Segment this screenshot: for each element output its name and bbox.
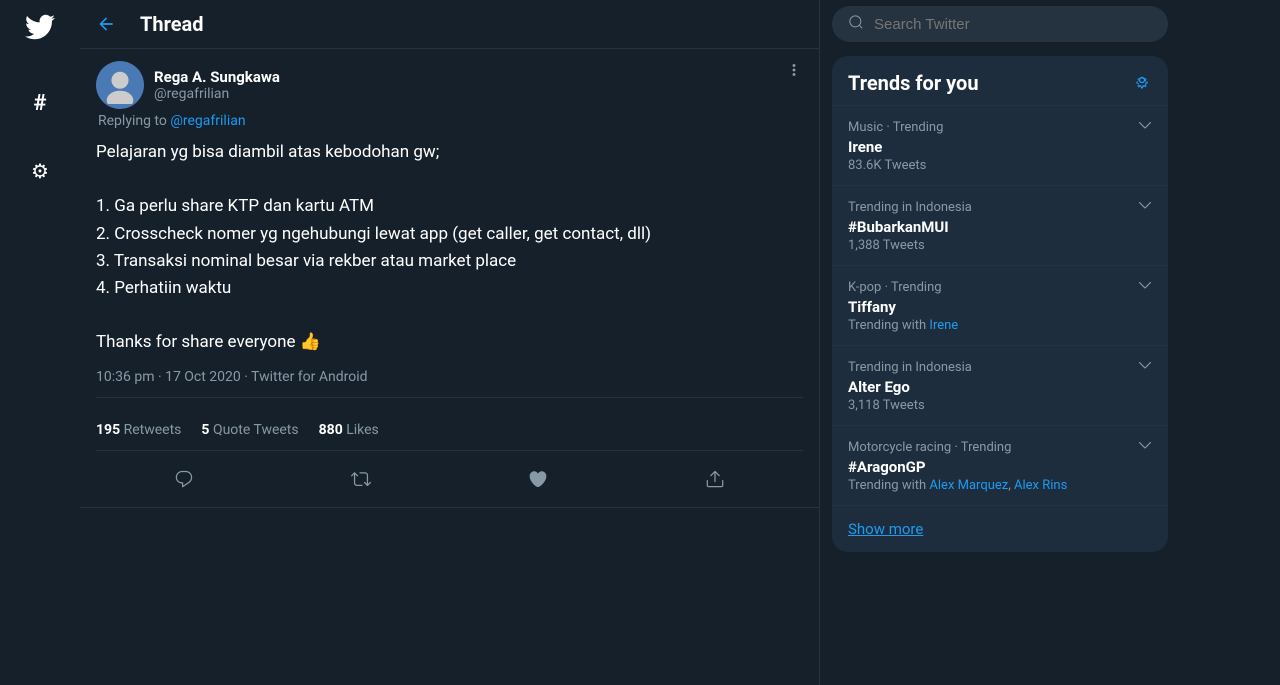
thread-header: Thread: [80, 0, 819, 49]
settings-icon: ⚙: [31, 159, 49, 183]
trend-meta: Motorcycle racing · Trending: [848, 438, 1152, 456]
retweets-count: 195: [96, 422, 120, 438]
trend-name: #BubarkanMUI: [848, 218, 1152, 236]
trend-with: Trending with Alex Marquez, Alex Rins: [848, 478, 1152, 493]
chevron-down-icon[interactable]: [1138, 118, 1152, 136]
trend-tweets: 1,388 Tweets: [848, 238, 1152, 253]
trend-category: Trending in Indonesia: [848, 360, 972, 375]
chevron-down-icon[interactable]: [1138, 198, 1152, 216]
tweet-text: Pelajaran yg bisa diambil atas kebodohan…: [96, 139, 803, 357]
trend-category: Trending in Indonesia: [848, 200, 972, 215]
chevron-down-icon[interactable]: [1138, 358, 1152, 376]
trend-item[interactable]: Trending in Indonesia Alter Ego 3,118 Tw…: [832, 345, 1168, 425]
trends-list: Music · Trending Irene 83.6K Tweets Tren…: [832, 105, 1168, 505]
trends-title: Trends for you: [848, 71, 979, 95]
trend-name: Alter Ego: [848, 378, 1152, 396]
likes-label: Likes: [346, 422, 379, 438]
chevron-down-icon[interactable]: [1138, 438, 1152, 456]
trend-category: Music · Trending: [848, 120, 943, 135]
show-more-button[interactable]: Show more: [832, 505, 1168, 552]
trend-item[interactable]: Trending in Indonesia #BubarkanMUI 1,388…: [832, 185, 1168, 265]
avatar: [96, 61, 144, 109]
share-button[interactable]: [695, 459, 735, 499]
trend-meta: K-pop · Trending: [848, 278, 1152, 296]
hashtag-icon: #: [33, 91, 46, 116]
trend-meta: Trending in Indonesia: [848, 198, 1152, 216]
trend-item[interactable]: Music · Trending Irene 83.6K Tweets: [832, 105, 1168, 185]
trends-settings-icon[interactable]: [1132, 70, 1152, 95]
retweet-button[interactable]: [341, 459, 381, 499]
like-button[interactable]: [518, 459, 558, 499]
author-info: Rega A. Sungkawa @regafrilian: [154, 68, 280, 102]
tweet-author-left: Rega A. Sungkawa @regafrilian: [96, 61, 280, 109]
trend-item[interactable]: K-pop · Trending Tiffany Trending with I…: [832, 265, 1168, 345]
trends-section: Trends for you Music · Trending Irene 83…: [832, 56, 1168, 552]
replying-to: Replying to @regafrilian: [96, 113, 803, 129]
trend-link[interactable]: Irene: [929, 318, 958, 333]
back-button[interactable]: [96, 14, 116, 34]
retweets-stat[interactable]: 195 Retweets: [96, 422, 181, 438]
sidebar-item-settings[interactable]: ⚙: [18, 149, 62, 193]
trend-item[interactable]: Motorcycle racing · Trending #AragonGP T…: [832, 425, 1168, 505]
search-input[interactable]: [874, 16, 1152, 33]
quote-tweets-label: Quote Tweets: [213, 422, 299, 438]
likes-stat[interactable]: 880 Likes: [319, 422, 379, 438]
left-sidebar: # ⚙: [0, 0, 80, 685]
chevron-down-icon[interactable]: [1138, 278, 1152, 296]
trend-name: Irene: [848, 138, 1152, 156]
trend-name: #AragonGP: [848, 458, 1152, 476]
tweet-timestamp: 10:36 pm · 17 Oct 2020 · Twitter for And…: [96, 369, 803, 398]
replying-to-link[interactable]: @regafrilian: [170, 113, 245, 129]
sidebar-item-explore[interactable]: #: [18, 81, 62, 125]
search-input-wrapper[interactable]: [832, 6, 1168, 42]
reply-button[interactable]: [164, 459, 204, 499]
twitter-logo[interactable]: [25, 12, 55, 49]
thread-title: Thread: [140, 12, 204, 36]
main-content: Thread Rega A. Sungkawa @regafrilian: [80, 0, 820, 685]
quote-tweets-stat[interactable]: 5 Quote Tweets: [201, 422, 298, 438]
trend-link[interactable]: Alex Marquez: [929, 478, 1008, 493]
right-sidebar: Trends for you Music · Trending Irene 83…: [820, 0, 1180, 685]
trend-meta: Trending in Indonesia: [848, 358, 1152, 376]
trends-header: Trends for you: [832, 56, 1168, 105]
tweet-stats: 195 Retweets 5 Quote Tweets 880 Likes: [96, 410, 803, 451]
tweet-container: Rega A. Sungkawa @regafrilian Replying t…: [80, 49, 819, 508]
retweets-label: Retweets: [124, 422, 182, 438]
likes-count: 880: [319, 422, 343, 438]
trend-tweets: 83.6K Tweets: [848, 158, 1152, 173]
trend-meta: Music · Trending: [848, 118, 1152, 136]
author-name[interactable]: Rega A. Sungkawa: [154, 68, 280, 86]
author-handle[interactable]: @regafrilian: [154, 86, 280, 102]
trend-name: Tiffany: [848, 298, 1152, 316]
search-icon: [848, 14, 864, 34]
trend-category: K-pop · Trending: [848, 280, 942, 295]
trend-category: Motorcycle racing · Trending: [848, 440, 1011, 455]
trend-tweets: 3,118 Tweets: [848, 398, 1152, 413]
trend-with: Trending with Irene: [848, 318, 1152, 333]
search-bar-container: [820, 0, 1180, 48]
trend-link[interactable]: Alex Rins: [1014, 478, 1067, 493]
more-button[interactable]: [785, 61, 803, 84]
tweet-actions: [96, 451, 803, 507]
tweet-author-row: Rega A. Sungkawa @regafrilian: [96, 61, 803, 109]
quote-tweets-count: 5: [201, 422, 209, 438]
